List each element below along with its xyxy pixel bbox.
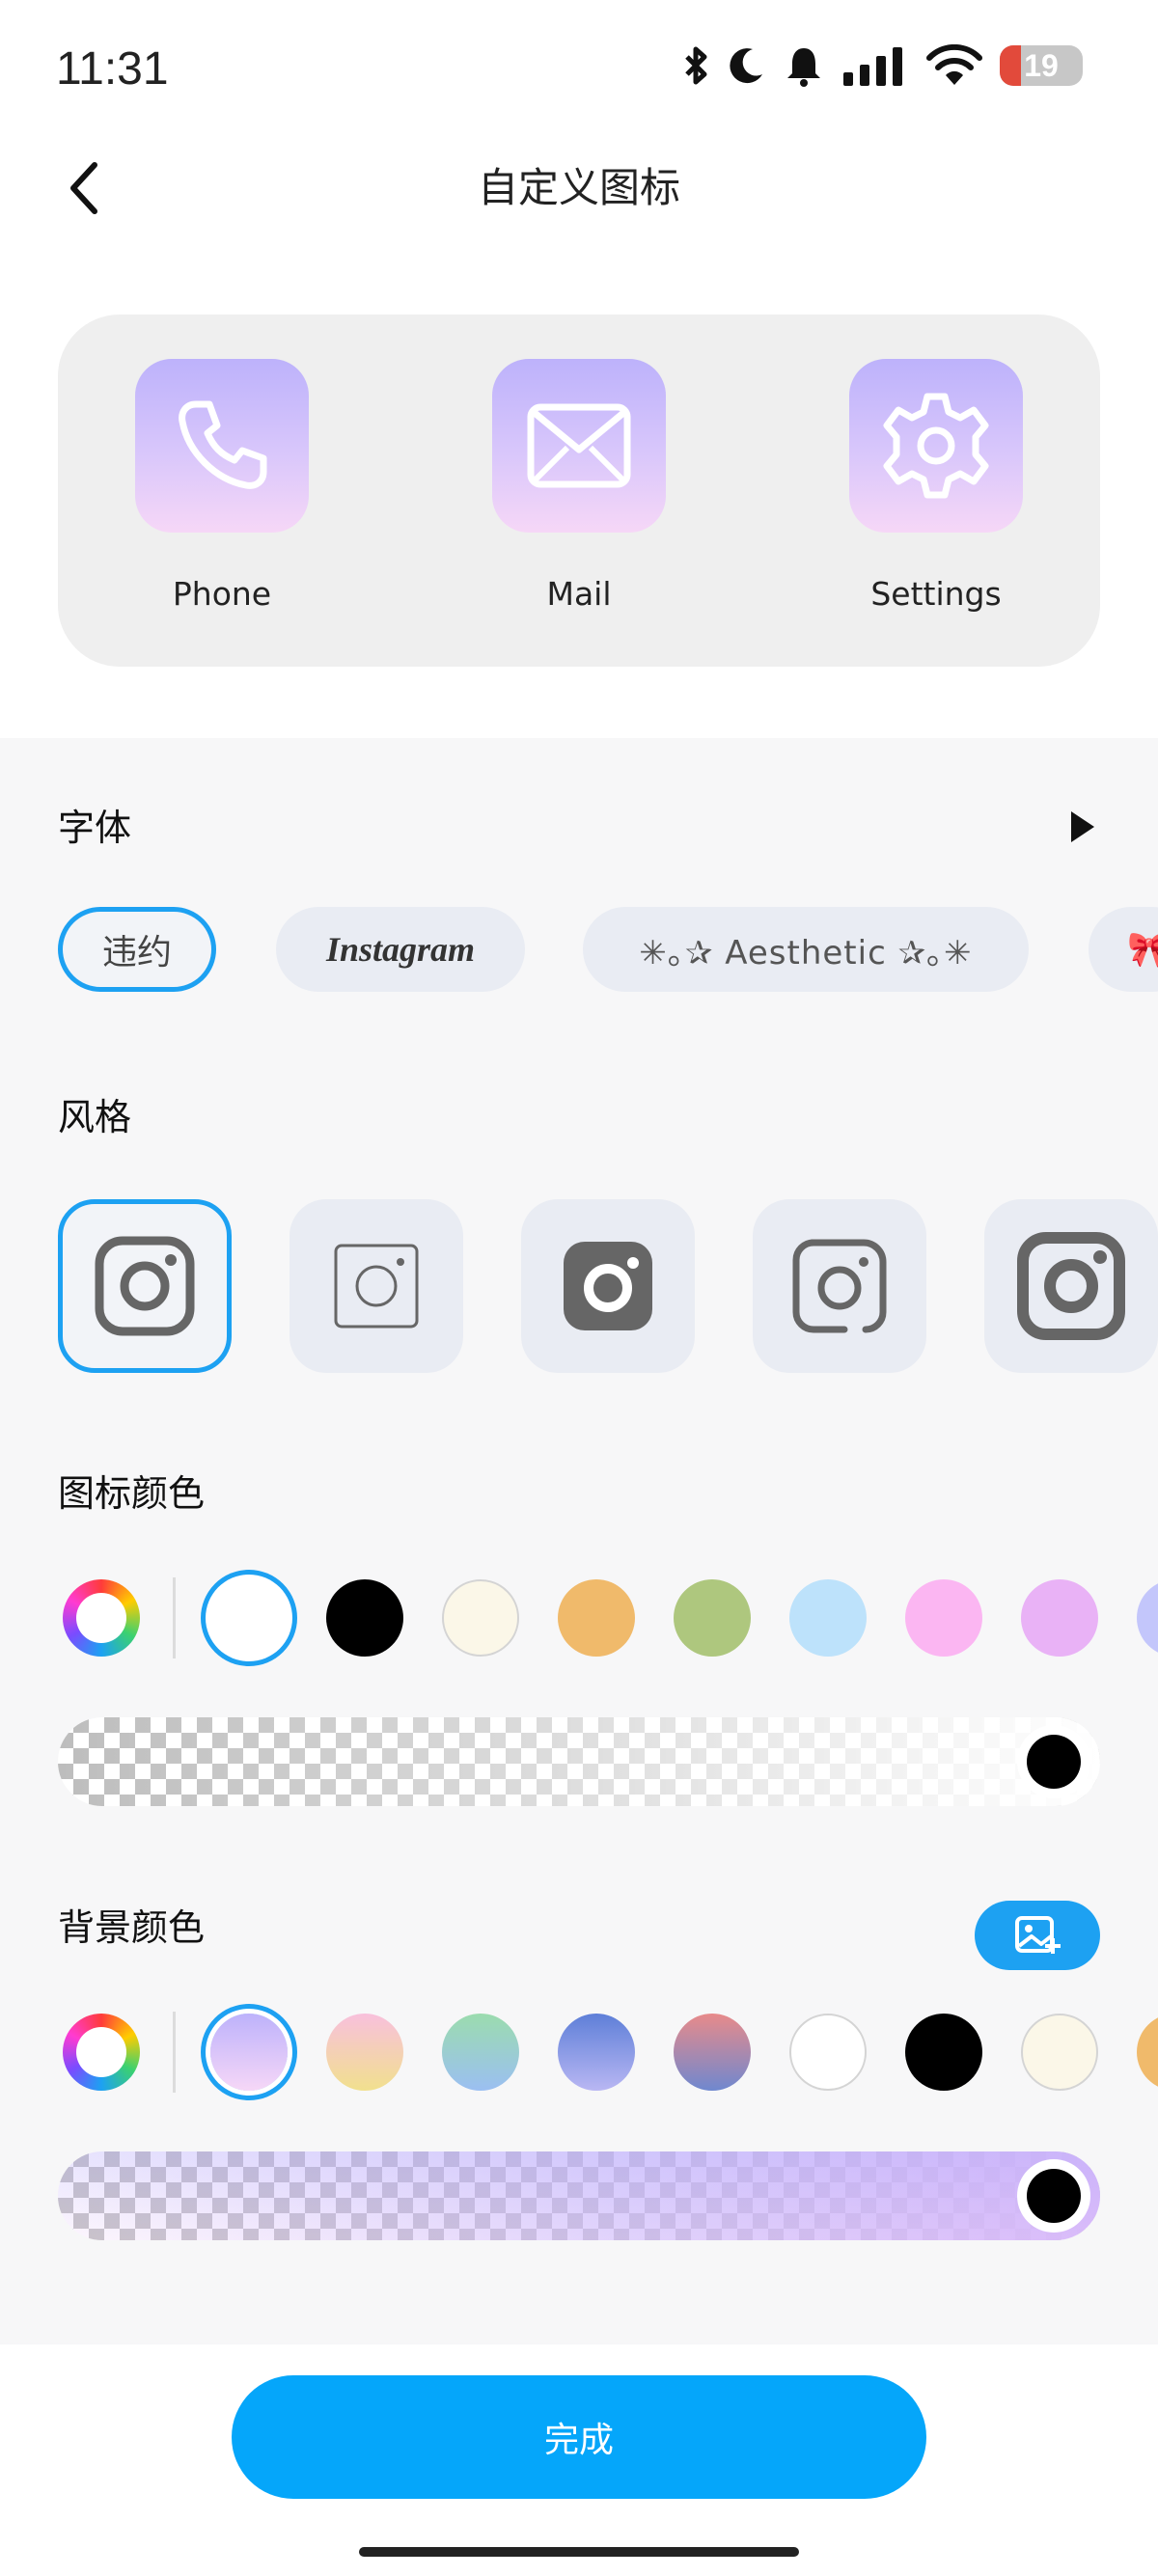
background-image-button[interactable] [975,1901,1100,1970]
slider-knob[interactable] [1027,1735,1081,1789]
moon-icon [730,48,762,84]
font-section-title: 字体 [58,807,132,849]
status-time: 11:31 [56,43,169,95]
font-chip-ribbon[interactable]: 🎀 [1089,907,1158,992]
preview-icon-tile [135,359,309,533]
bluetooth-icon [685,46,707,85]
font-chip-label: 🎀 [1127,930,1158,970]
bg-color-swatch[interactable] [1137,2014,1158,2091]
icon-color-swatch[interactable] [326,1579,403,1657]
gear-icon [883,393,989,499]
mail-icon [527,403,631,488]
icon-color-swatch[interactable] [674,1579,751,1657]
bg-color-swatch[interactable] [905,2014,982,2091]
preview-item-settings: Settings [849,359,1023,613]
page-title: 自定义图标 [477,164,680,211]
icon-color-swatch[interactable] [1137,1579,1158,1657]
slider-knob[interactable] [1027,2169,1081,2223]
signal-icon [843,47,902,86]
bg-color-swatch[interactable] [674,2014,751,2091]
font-chip-label: Instagram [325,930,476,969]
wifi-icon [926,44,982,85]
bg-color-swatch[interactable] [558,2014,635,2091]
style-option-filled[interactable] [521,1199,695,1373]
bg-opacity-slider[interactable] [58,2151,1100,2240]
done-button-label: 完成 [543,2421,614,2460]
divider [173,1577,176,1658]
preview-icon-tile [849,359,1023,533]
font-chip-label: 违约 [101,933,172,973]
bg-color-section-title: 背景颜色 [58,1906,206,1949]
font-chip-instagram[interactable]: Instagram [276,907,525,992]
instagram-icon [792,1239,887,1333]
color-wheel-button[interactable] [63,2014,140,2091]
done-button[interactable]: 完成 [232,2375,926,2499]
icon-color-swatch[interactable] [442,1579,519,1657]
font-chip-weiyue[interactable]: 违约 [58,907,216,992]
bell-icon [787,48,820,87]
style-option-outline-rounded[interactable] [58,1199,232,1373]
bg-color-swatch[interactable] [326,2014,403,2091]
preview-icon-tile [492,359,666,533]
icon-opacity-slider[interactable] [58,1717,1100,1806]
bg-color-swatch[interactable] [442,2014,519,2091]
icon-preview-card: Phone Mail Settings [58,315,1100,667]
preview-item-phone: Phone [135,359,309,613]
preview-label: Phone [172,575,272,613]
settings-panel: 字体 违约 Instagram ✳︎｡✰ Aesthetic ✰｡✳︎ 🎀 风格… [0,738,1158,2344]
bg-color-swatch[interactable] [1021,2014,1098,2091]
color-wheel-button[interactable] [63,1579,140,1657]
style-option-thick-outline[interactable] [984,1199,1158,1373]
icon-color-section-title: 图标颜色 [58,1472,206,1515]
bg-color-swatch[interactable] [210,2014,288,2091]
preview-label: Mail [546,575,612,613]
header: 自定义图标 [0,140,1158,236]
battery-icon: 19 [1000,45,1083,86]
style-section-title: 风格 [58,1096,132,1138]
font-chip-aesthetic[interactable]: ✳︎｡✰ Aesthetic ✰｡✳︎ [583,907,1029,992]
play-arrow-icon[interactable] [1062,808,1100,846]
font-chip-label: ✳︎｡✰ Aesthetic ✰｡✳︎ [639,933,973,973]
instagram-icon [564,1242,652,1330]
preview-label: Settings [870,575,1002,613]
image-add-icon [1015,1916,1061,1954]
icon-color-swatch[interactable] [210,1579,288,1657]
style-option-broken-outline[interactable] [753,1199,926,1373]
bg-color-swatch[interactable] [789,2014,867,2091]
icon-color-swatch[interactable] [789,1579,867,1657]
home-indicator[interactable] [359,2547,799,2557]
status-icons: 19 [681,44,1083,87]
icon-color-swatch[interactable] [905,1579,982,1657]
instagram-icon [334,1244,419,1329]
battery-level: 19 [1024,47,1059,83]
style-option-thin-square[interactable] [290,1199,463,1373]
icon-color-swatch[interactable] [1021,1579,1098,1657]
preview-item-mail: Mail [492,359,666,613]
status-bar: 11:31 19 [0,0,1158,140]
instagram-icon [1017,1232,1125,1340]
instagram-icon [95,1236,195,1336]
icon-color-swatch[interactable] [558,1579,635,1657]
phone-icon [179,400,267,489]
divider [173,2012,176,2093]
